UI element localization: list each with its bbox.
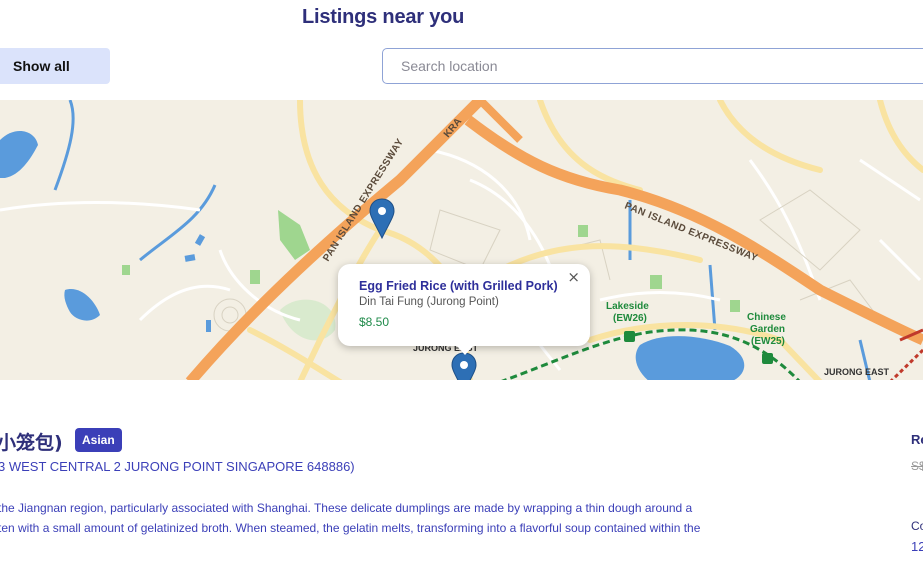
description-line: ten with a small amount of gelatinized b… [0,521,701,535]
page-title: Listings near you [302,6,465,28]
listing-popup: Egg Fried Rice (with Grilled Pork) Din T… [338,264,590,355]
side-value: 12 [911,539,923,554]
station-label: Garden [750,324,785,335]
place-label: JURONG EAST [824,367,890,377]
chinese-garden-station-icon [762,353,773,364]
map-pin-icon[interactable] [451,352,477,380]
listing-description: the Jiangnan region, particularly associ… [0,498,778,538]
side-label: Co [911,519,923,533]
listing-name: 小笼包) [0,432,63,454]
side-price: S$ [911,459,923,473]
station-label: (EW25) [751,336,785,347]
station-label: Lakeside [606,301,649,312]
lakeside-station-icon [624,331,635,342]
listing-address: 3 WEST CENTRAL 2 JURONG POINT SINGAPORE … [0,459,355,474]
popup-price: $8.50 [359,315,390,329]
close-icon[interactable]: × [563,268,584,286]
popup-restaurant: Din Tai Fung (Jurong Point) [359,296,499,308]
search-location-input[interactable] [382,48,923,84]
popup-dish-title[interactable]: Egg Fried Rice (with Grilled Pork) [359,279,558,293]
station-label: Chinese [747,312,786,323]
show-all-button[interactable]: Show all [0,48,110,84]
cuisine-tag: Asian [75,428,122,452]
side-label: Re [911,432,923,447]
station-label: (EW26) [613,313,647,324]
description-line: the Jiangnan region, particularly associ… [0,501,693,515]
